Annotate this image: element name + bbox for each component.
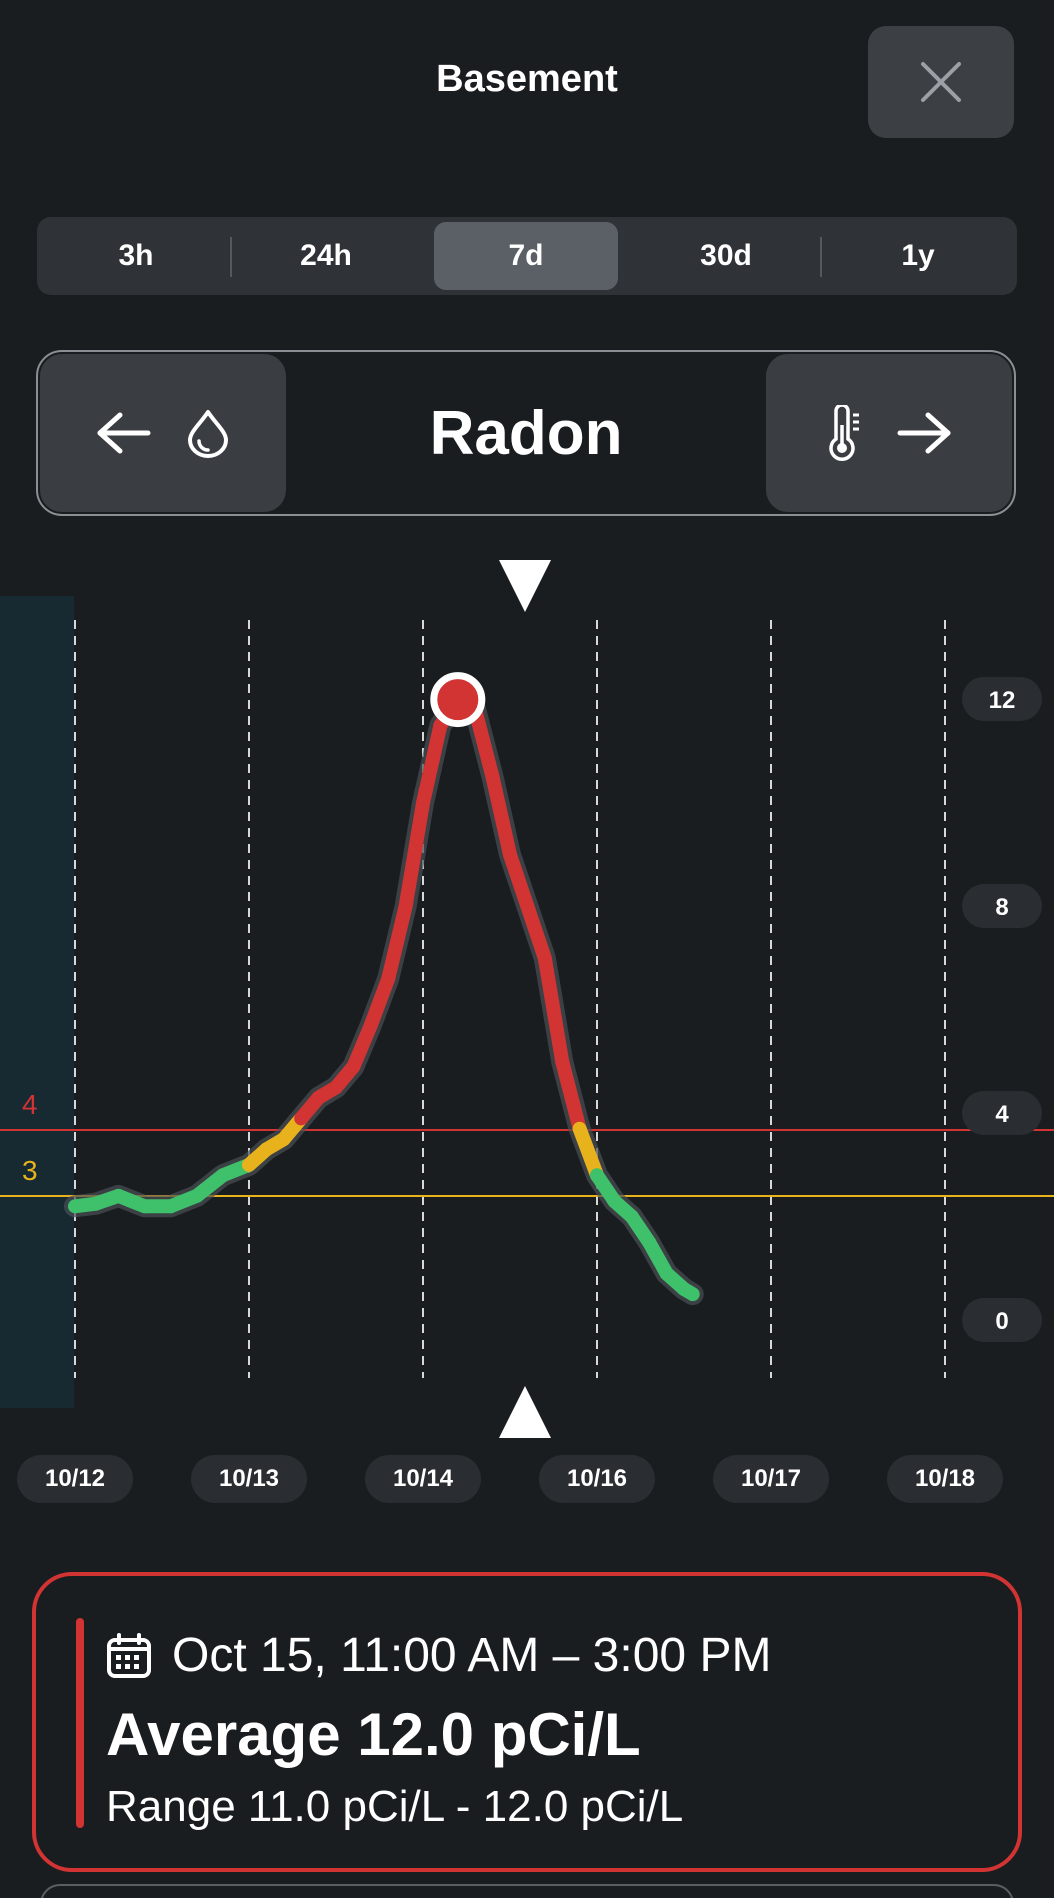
thermometer-icon: [829, 405, 859, 461]
next-card-edge: [40, 1884, 1014, 1898]
series-segment: [555, 1054, 587, 1136]
x-tick-label: 10/13: [191, 1455, 307, 1503]
arrow-right-icon: [897, 412, 951, 454]
series-segment: [485, 770, 517, 862]
series-segment: [677, 1281, 700, 1302]
series-segment: [381, 899, 413, 986]
humidity-drop-icon: [188, 410, 228, 458]
metric-selector: Radon: [36, 350, 1016, 516]
close-icon: [921, 62, 961, 102]
x-tick-label: 10/14: [365, 1455, 481, 1503]
y-tick-label: 4: [995, 1101, 1009, 1128]
threshold-label: 4: [22, 1089, 38, 1120]
segment-divider: [230, 237, 232, 277]
y-tick-label: 8: [995, 894, 1008, 921]
selection-summary-card[interactable]: Oct 15, 11:00 AM – 3:00 PM Average 12.0 …: [32, 1572, 1022, 1872]
selected-point[interactable]: [430, 672, 486, 728]
summary-date-row: Oct 15, 11:00 AM – 3:00 PM: [106, 1628, 771, 1683]
threshold-label: 3: [22, 1155, 38, 1186]
summary-date-range: Oct 15, 11:00 AM – 3:00 PM: [172, 1629, 772, 1682]
tab-3h[interactable]: 3h: [43, 222, 229, 290]
tab-1y[interactable]: 1y: [825, 222, 1011, 290]
tab-30d[interactable]: 30d: [633, 222, 819, 290]
previous-metric-button[interactable]: [40, 354, 286, 512]
x-tick-label: 10/18: [887, 1455, 1003, 1503]
time-range-selector: 3h 24h 7d 30d 1y: [37, 217, 1017, 295]
series-segment: [468, 702, 500, 785]
x-tick-label: 10/12: [17, 1455, 133, 1503]
past-data-shade: [0, 596, 74, 1408]
x-tick-label: 10/16: [539, 1455, 655, 1503]
selection-marker-bottom[interactable]: [499, 1386, 551, 1438]
series-segment: [537, 951, 570, 1069]
chart-screen: Basement 3h 24h 7d 30d 1y Radon 4 3 12 8…: [0, 0, 1054, 1898]
tab-24h[interactable]: 24h: [233, 222, 419, 290]
series-segment: [572, 1121, 604, 1183]
close-button[interactable]: [868, 26, 1014, 138]
y-tick-label: 0: [995, 1308, 1008, 1335]
y-tick-label: 12: [989, 687, 1016, 714]
radon-chart[interactable]: 4 3 12 8 4 0: [0, 540, 1054, 1440]
level-accent-bar: [76, 1618, 84, 1828]
x-tick-label: 10/17: [713, 1455, 829, 1503]
selection-marker-top[interactable]: [499, 560, 551, 612]
series-segment: [520, 899, 552, 966]
series-segment: [363, 971, 396, 1033]
summary-average: Average 12.0 pCi/L: [106, 1701, 641, 1768]
arrow-left-icon: [97, 412, 151, 454]
calendar-icon: [107, 1632, 151, 1678]
tab-7d[interactable]: 7d: [434, 222, 618, 290]
next-metric-button[interactable]: [766, 354, 1012, 512]
series-segment: [503, 847, 535, 914]
summary-range: Range 11.0 pCi/L - 12.0 pCi/L: [106, 1782, 684, 1831]
series-segment: [398, 796, 430, 914]
segment-divider: [820, 237, 822, 277]
series-segment: [416, 718, 448, 810]
